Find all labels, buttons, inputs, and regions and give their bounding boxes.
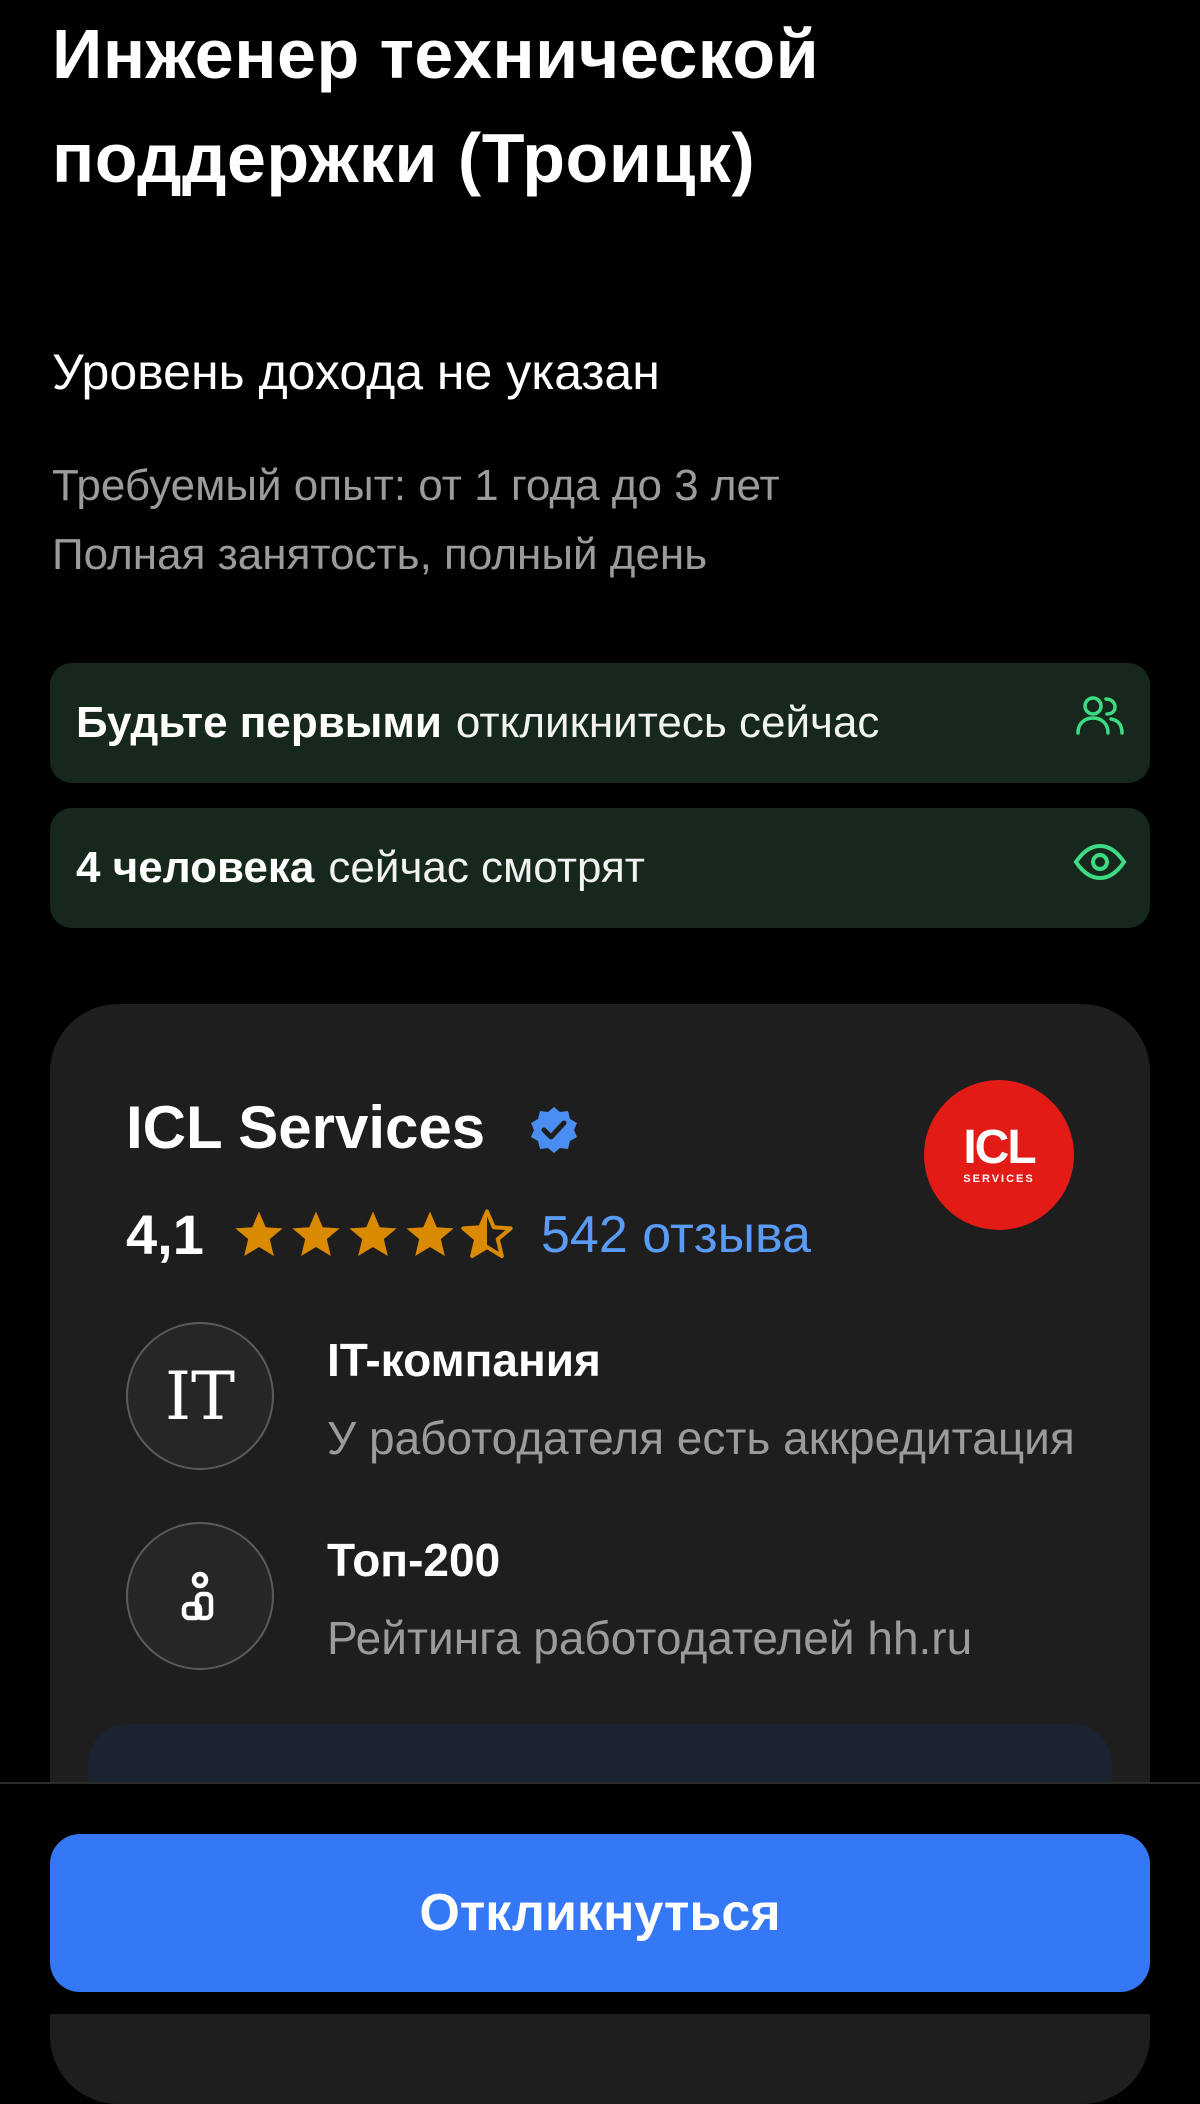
be-first-banner: Будьте первыми откликнитесь сейчас xyxy=(50,663,1150,783)
banner-text: сейчас смотрят xyxy=(328,843,645,892)
podium-icon xyxy=(181,1571,214,1621)
feature-subtitle-top: Рейтинга работодателей hh.ru xyxy=(327,1612,973,1664)
eye-icon xyxy=(1073,843,1127,881)
banner-bold-text: 4 человека xyxy=(76,843,315,892)
employment-text: Полная занятость, полный день xyxy=(52,530,708,579)
logo-text: ICL xyxy=(963,1121,1036,1174)
top-rating-icon xyxy=(126,1522,274,1670)
salary-text: Уровень дохода не указан xyxy=(52,344,660,400)
feature-title-it[interactable]: IT-компания xyxy=(327,1330,601,1390)
verified-badge-icon xyxy=(531,1107,577,1153)
vacancy-title: Инженер технической поддержки (Троицк) xyxy=(52,15,820,197)
logo-subtext: SERVICES xyxy=(963,1173,1035,1185)
viewers-banner: 4 человека сейчас смотрят xyxy=(50,808,1150,928)
banner-bold-text: Будьте первыми xyxy=(76,698,442,747)
it-company-icon: IT xyxy=(126,1322,274,1470)
star-icon xyxy=(406,1211,454,1257)
it-icon-text: IT xyxy=(164,1357,236,1435)
bottom-action-bar: Откликнуться xyxy=(0,1782,1200,2014)
company-logo[interactable]: ICL SERVICES xyxy=(924,1080,1074,1230)
reviews-link[interactable]: 542 отзыва xyxy=(541,1200,811,1270)
apply-button[interactable]: Откликнуться xyxy=(50,1834,1150,1992)
rating-stars xyxy=(232,1202,514,1266)
star-icon xyxy=(349,1211,397,1257)
star-icon xyxy=(235,1211,283,1257)
company-name[interactable]: ICL Services xyxy=(126,1090,485,1166)
experience-text: Требуемый опыт: от 1 года до 3 лет xyxy=(52,461,780,510)
feature-subtitle-it: У работодателя есть аккредитация xyxy=(327,1412,1075,1464)
people-icon xyxy=(1076,696,1124,735)
feature-title-top[interactable]: Топ-200 xyxy=(327,1530,500,1590)
half-star-icon xyxy=(461,1209,513,1259)
banner-text: откликнитесь сейчас xyxy=(455,698,880,747)
star-icon xyxy=(292,1211,340,1257)
rating-value: 4,1 xyxy=(126,1203,204,1266)
